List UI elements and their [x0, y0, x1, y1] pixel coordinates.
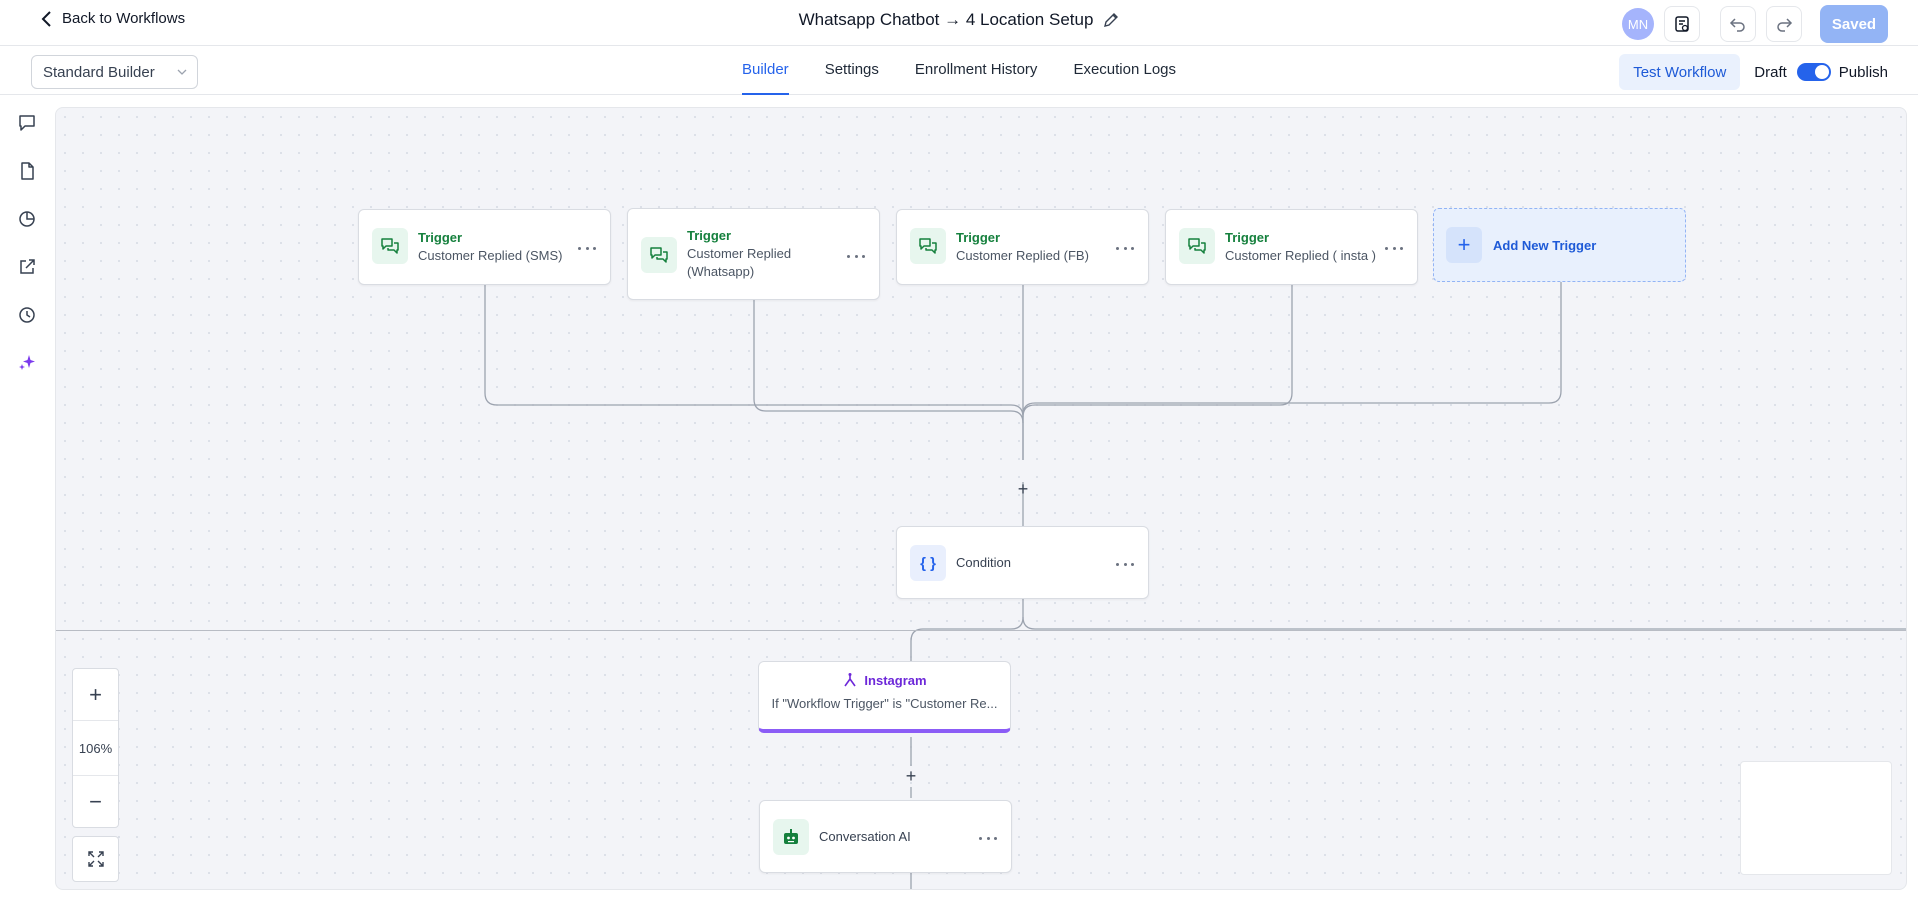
workflow-title-text: Whatsapp Chatbot → 4 Location Setup — [798, 10, 1094, 29]
branch-node-instagram[interactable]: Instagram If "Workflow Trigger" is "Cust… — [758, 661, 1011, 733]
plus-icon: + — [1446, 227, 1482, 263]
action-label: Conversation AI — [819, 829, 911, 844]
trigger-title: Trigger — [1225, 230, 1270, 245]
more-options-icon[interactable] — [1116, 561, 1134, 567]
add-step-button[interactable]: + — [1013, 479, 1033, 499]
more-options-icon[interactable] — [1116, 245, 1134, 251]
builder-mode-value: Standard Builder — [43, 63, 155, 81]
tab-enrollment-history[interactable]: Enrollment History — [897, 47, 1056, 94]
expand-icon — [87, 851, 104, 867]
zoom-level: 106% — [73, 721, 118, 776]
zoom-out-button[interactable]: − — [73, 776, 118, 828]
condition-label: Condition — [956, 555, 1011, 570]
document-icon[interactable] — [17, 161, 37, 181]
branch-condition-text: If "Workflow Trigger" is "Customer Re... — [771, 696, 998, 711]
tab-builder[interactable]: Builder — [724, 47, 807, 95]
minimap[interactable] — [1740, 761, 1892, 875]
redo-icon — [1777, 18, 1793, 32]
sub-bar: Standard Builder Builder Settings Enroll… — [0, 47, 1918, 95]
condition-node[interactable]: { } Condition — [896, 526, 1149, 599]
robot-icon — [773, 819, 809, 855]
draft-label: Draft — [1754, 63, 1787, 81]
workflow-canvas[interactable]: Trigger Customer Replied (SMS) Trigger C… — [55, 107, 1907, 890]
add-new-trigger-button[interactable]: + Add New Trigger — [1433, 208, 1686, 282]
branch-title: Instagram — [864, 672, 927, 688]
chat-bubbles-icon — [910, 228, 946, 264]
ai-sparkle-icon[interactable] — [17, 353, 37, 373]
undo-icon — [1729, 18, 1745, 32]
clipboard-icon — [1675, 16, 1689, 32]
publish-label: Publish — [1838, 63, 1888, 81]
chevron-left-icon — [41, 10, 51, 27]
trigger-subtitle: Customer Replied (SMS) — [418, 248, 563, 263]
more-options-icon[interactable] — [847, 253, 865, 259]
more-options-icon[interactable] — [979, 835, 997, 841]
history-clock-icon[interactable] — [17, 305, 37, 325]
external-link-icon[interactable] — [17, 257, 37, 277]
more-options-icon[interactable] — [1385, 245, 1403, 251]
branch-split-icon — [844, 673, 857, 687]
left-rail — [0, 96, 54, 902]
trigger-title: Trigger — [418, 230, 463, 245]
canvas-divider — [56, 630, 1906, 631]
redo-button[interactable] — [1766, 6, 1802, 42]
user-avatar[interactable]: MN — [1622, 8, 1654, 40]
conversation-ai-node[interactable]: Conversation AI — [759, 800, 1012, 873]
chat-bubbles-icon — [372, 228, 408, 264]
pencil-icon[interactable] — [1103, 12, 1119, 28]
add-trigger-label: Add New Trigger — [1493, 238, 1597, 253]
trigger-node-sms[interactable]: Trigger Customer Replied (SMS) — [358, 209, 611, 285]
builder-mode-select[interactable]: Standard Builder — [31, 55, 198, 89]
trigger-node-whatsapp[interactable]: Trigger Customer Replied (Whatsapp) — [627, 208, 880, 300]
back-label: Back to Workflows — [62, 10, 186, 27]
comments-icon[interactable] — [17, 113, 37, 133]
top-bar: Back to Workflows Whatsapp Chatbot → 4 L… — [0, 0, 1918, 46]
code-braces-icon: { } — [910, 545, 946, 581]
undo-button[interactable] — [1720, 6, 1756, 42]
chevron-down-icon — [177, 69, 187, 75]
trigger-subtitle: Customer Replied (FB) — [956, 248, 1089, 263]
pie-chart-icon[interactable] — [17, 209, 37, 229]
saved-button[interactable]: Saved — [1820, 5, 1888, 43]
zoom-controls: + 106% − — [72, 668, 119, 828]
trigger-node-fb[interactable]: Trigger Customer Replied (FB) — [896, 209, 1149, 285]
trigger-subtitle: Customer Replied ( insta ) — [1225, 248, 1376, 263]
trigger-title: Trigger — [956, 230, 1001, 245]
workflow-title[interactable]: Whatsapp Chatbot → 4 Location Setup — [799, 10, 1120, 30]
tab-settings[interactable]: Settings — [807, 47, 897, 94]
trigger-subtitle: Customer Replied (Whatsapp) — [687, 246, 792, 279]
test-workflow-button[interactable]: Test Workflow — [1619, 54, 1741, 90]
chat-bubbles-icon — [1179, 228, 1215, 264]
add-step-button[interactable]: + — [901, 766, 921, 786]
publish-toggle[interactable] — [1796, 63, 1831, 81]
tab-execution-logs[interactable]: Execution Logs — [1055, 47, 1194, 94]
trigger-node-insta[interactable]: Trigger Customer Replied ( insta ) — [1165, 209, 1418, 285]
zoom-in-button[interactable]: + — [73, 669, 118, 721]
workflow-notes-button[interactable] — [1664, 6, 1700, 42]
more-options-icon[interactable] — [578, 245, 596, 251]
fit-view-button[interactable] — [72, 836, 119, 882]
back-to-workflows-link[interactable]: Back to Workflows — [40, 10, 185, 27]
trigger-title: Trigger — [687, 228, 732, 243]
chat-bubbles-icon — [641, 237, 677, 273]
